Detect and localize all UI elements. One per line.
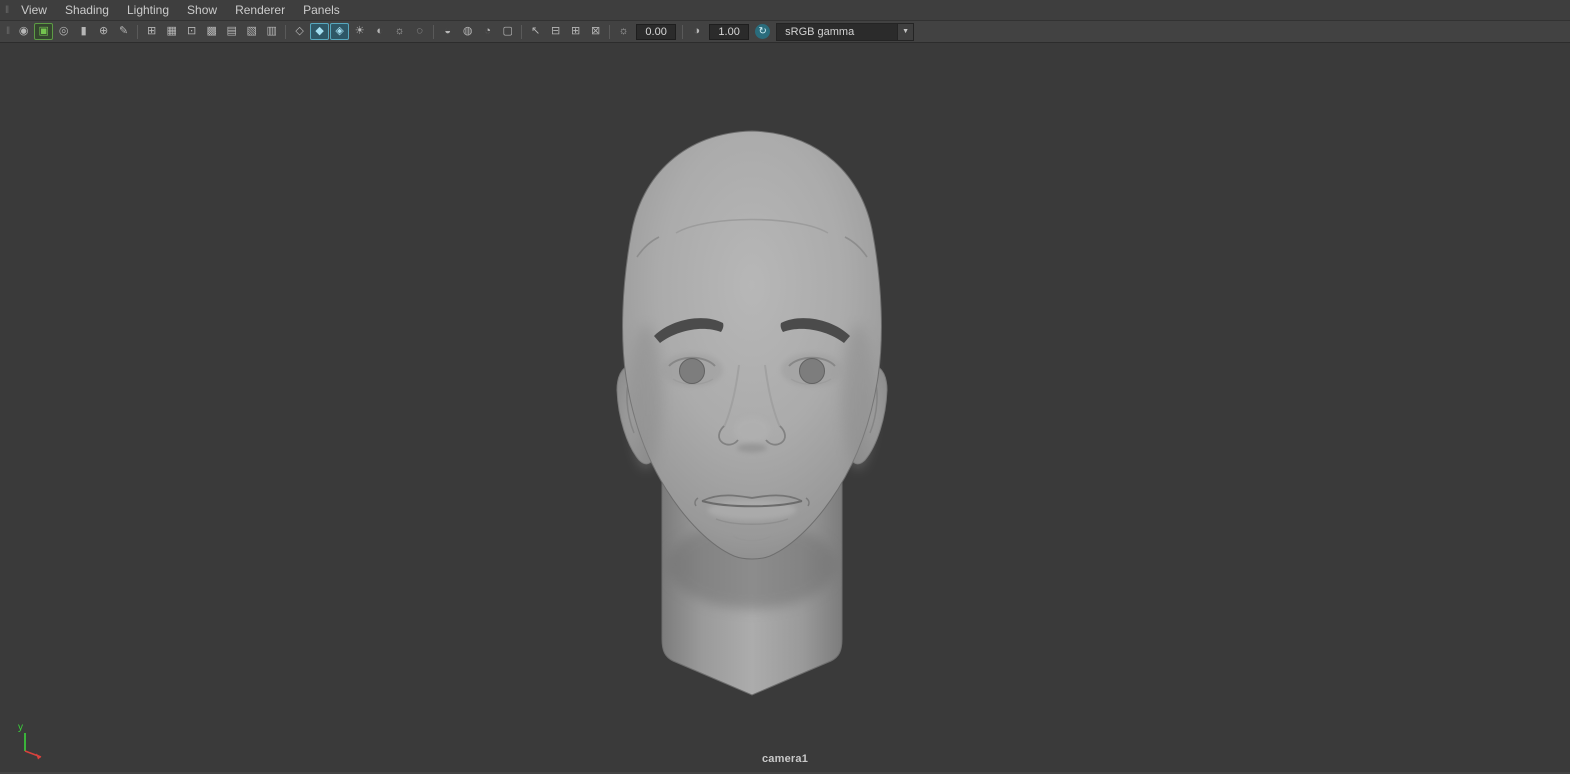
shadows-icon[interactable]: ◐ [370, 23, 389, 40]
view-transform-value: sRGB gamma [785, 25, 855, 38]
wireframe-icon[interactable]: ◇ [290, 23, 309, 40]
select-camera-icon[interactable]: ◉ [14, 23, 33, 40]
xray-icon[interactable]: ◍ [458, 23, 477, 40]
film-gate-icon[interactable]: ▦ [162, 23, 181, 40]
camera-attributes-icon[interactable]: ◎ [54, 23, 73, 40]
toolbar-separator [285, 24, 287, 39]
bookmark-icon[interactable]: ▮ [74, 23, 93, 40]
tear-off-copy-icon[interactable]: ⊟ [546, 23, 565, 40]
textured-icon[interactable]: ◈ [330, 23, 350, 40]
toolbar-separator [521, 24, 523, 39]
menubar-drag-handle[interactable]: ‖ [2, 5, 12, 16]
image-plane-icon[interactable]: ▣ [34, 23, 54, 40]
screen-space-ao-icon[interactable]: ☼ [390, 23, 409, 40]
select-tool-icon[interactable]: ↖ [526, 23, 545, 40]
axis-y-label: y [18, 722, 23, 733]
gamma-icon[interactable]: ◑ [687, 23, 706, 40]
toolbar-separator [137, 24, 139, 39]
panel-toolbar: ‖ ◉▣◎▮⊕✎⊞▦⊡▩▤▧▥◇◆◈☀◐☼◌◒◍◔▢↖⊟⊞⊠☼◑↻sRGB ga… [0, 21, 1570, 43]
use-all-lights-icon[interactable]: ☀ [350, 23, 369, 40]
tear-off-icon[interactable]: ⊞ [566, 23, 585, 40]
pan-zoom-icon[interactable]: ⊕ [94, 23, 113, 40]
menu-show[interactable]: Show [178, 1, 226, 19]
grid-icon[interactable]: ⊞ [142, 23, 161, 40]
exposure-field[interactable] [636, 23, 677, 40]
menu-shading[interactable]: Shading [56, 1, 118, 19]
resolution-gate-icon[interactable]: ⊡ [182, 23, 201, 40]
view-axis-gizmo: y [18, 722, 42, 760]
toolbar-separator [433, 24, 435, 39]
safe-title-icon[interactable]: ▥ [262, 23, 281, 40]
gate-mask-icon[interactable]: ▩ [202, 23, 221, 40]
isolate-select-icon[interactable]: ◒ [438, 23, 457, 40]
color-management-icon[interactable]: ↻ [755, 24, 771, 39]
exposure-icon[interactable]: ☼ [614, 23, 633, 40]
xray-joints-icon[interactable]: ◔ [478, 23, 497, 40]
grease-pencil-icon[interactable]: ✎ [114, 23, 133, 40]
gamma-field[interactable] [709, 23, 750, 40]
menu-lighting[interactable]: Lighting [118, 1, 178, 19]
menu-bar-items: View Shading Lighting Show Renderer Panels [12, 1, 349, 19]
toolbar-items: ◉▣◎▮⊕✎⊞▦⊡▩▤▧▥◇◆◈☀◐☼◌◒◍◔▢↖⊟⊞⊠☼◑↻sRGB gamm… [14, 22, 915, 41]
snapshot-icon[interactable]: ⊠ [586, 23, 605, 40]
smooth-shade-icon[interactable]: ◆ [310, 23, 330, 40]
menu-view[interactable]: View [12, 1, 56, 19]
safe-action-icon[interactable]: ▧ [242, 23, 261, 40]
viewport-panel: ‖ View Shading Lighting Show Renderer Panels … [0, 0, 1570, 774]
motion-blur-icon[interactable]: ◌ [410, 23, 429, 40]
chevron-down-icon[interactable]: ▼ [897, 23, 914, 40]
toolbar-drag-handle[interactable]: ‖ [3, 26, 13, 37]
field-chart-icon[interactable]: ▤ [222, 23, 241, 40]
head-model [616, 130, 888, 696]
menu-renderer[interactable]: Renderer [226, 1, 294, 19]
toolbar-separator [609, 24, 611, 39]
camera-name-label: camera1 [761, 753, 809, 765]
view-transform-dropdown[interactable]: sRGB gamma ▼ [776, 22, 915, 41]
wireframe-on-shaded-icon[interactable]: ▢ [498, 23, 517, 40]
viewport-canvas[interactable]: y camera1 [0, 43, 1570, 774]
menu-panels[interactable]: Panels [294, 1, 349, 19]
toolbar-separator [682, 24, 684, 39]
panel-menu-bar: ‖ View Shading Lighting Show Renderer Panels [0, 0, 1570, 21]
